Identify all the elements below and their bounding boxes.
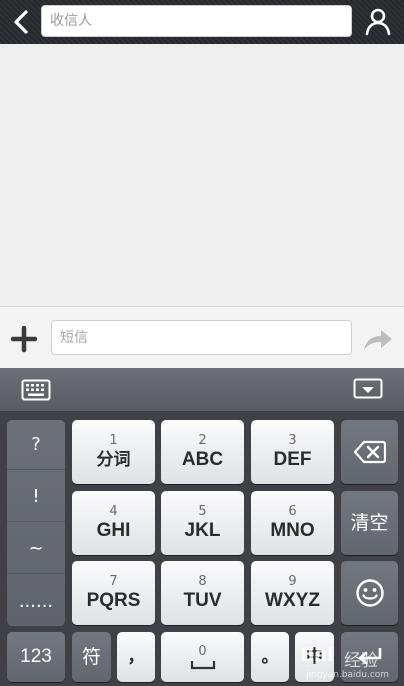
key-label: DEF [273,449,312,470]
symbol-mode-label: 符 [81,646,101,668]
language-label: 中 [306,647,323,667]
smiley-icon [355,579,384,607]
period-key[interactable]: 。 [251,632,289,682]
top-bar [0,0,404,44]
language-key[interactable]: 中 [295,632,334,682]
symbol-key-tilde[interactable]: ~ [7,524,65,574]
key-label: 分词 [96,450,131,470]
comma-label: ， [127,647,145,667]
enter-button[interactable] [341,632,398,682]
key-6[interactable]: 6 MNO [251,491,334,555]
symbol-mode-button[interactable]: 符 [72,632,111,682]
key-label: MNO [270,520,315,541]
back-button[interactable] [8,8,36,36]
send-arrow-icon [364,330,392,350]
space-number: 0 [198,644,207,659]
hide-keyboard-icon [353,378,383,399]
sms-input[interactable] [52,321,351,354]
recipient-input[interactable] [42,6,351,36]
key-8[interactable]: 8 TUV [161,561,244,625]
key-1[interactable]: 1 分词 [72,420,155,484]
key-9[interactable]: 9 WXYZ [251,561,334,625]
key-2[interactable]: 2 ABC [161,420,244,484]
plus-icon [10,325,38,353]
key-label: WXYZ [265,590,320,611]
compose-bar [0,306,404,368]
key-number: 7 [109,574,118,589]
space-icon [190,661,215,670]
symbol-key-question[interactable]: ? [7,420,65,470]
key-3[interactable]: 3 DEF [251,420,334,484]
period-label: 。 [261,647,279,667]
sms-field[interactable] [51,320,352,355]
symbol-key-exclaim[interactable]: ! [7,472,65,522]
comma-key[interactable]: ， [117,632,155,682]
key-number: 9 [288,574,297,589]
enter-icon [358,648,381,665]
key-label: TUV [183,590,222,611]
symbol-column[interactable]: ? ! ~ ...... [7,420,65,626]
key-number: 6 [288,504,297,519]
hide-keyboard-button[interactable] [353,378,383,402]
add-attachment-button[interactable] [10,325,38,353]
key-number: 5 [198,504,207,519]
send-button[interactable] [362,327,394,353]
keyboard-switch-button[interactable] [21,379,51,401]
numeric-mode-label: 123 [20,646,52,667]
space-key[interactable]: 0 [161,632,244,682]
numeric-mode-button[interactable]: 123 [7,632,65,682]
key-7[interactable]: 7 PQRS [72,561,155,625]
message-list [0,44,404,306]
recipient-field[interactable] [41,5,352,37]
key-number: 4 [109,504,118,519]
symbol-key-ellipsis[interactable]: ...... [7,576,65,626]
clear-label: 清空 [350,512,389,534]
emoji-button[interactable] [341,561,398,625]
backspace-icon [353,440,386,464]
key-number: 3 [288,433,297,448]
contacts-button[interactable] [362,7,394,37]
key-label: ABC [181,449,224,470]
clear-button[interactable]: 清空 [341,491,398,555]
key-number: 2 [198,433,207,448]
key-label: GHI [96,520,131,541]
keyboard-icon [21,379,51,401]
key-label: PQRS [86,590,141,611]
back-arrow-icon [14,10,28,34]
key-5[interactable]: 5 JKL [161,491,244,555]
t9-keyboard: ? ! ~ ...... 1 分词 2 ABC 3 DEF 4 GHI 5 JK… [0,412,404,686]
backspace-button[interactable] [341,420,398,484]
key-label: JKL [184,520,221,541]
person-icon [365,8,391,36]
keyboard-toolbar [0,368,404,412]
key-4[interactable]: 4 GHI [72,491,155,555]
key-number: 1 [109,433,118,448]
key-number: 8 [198,574,207,589]
